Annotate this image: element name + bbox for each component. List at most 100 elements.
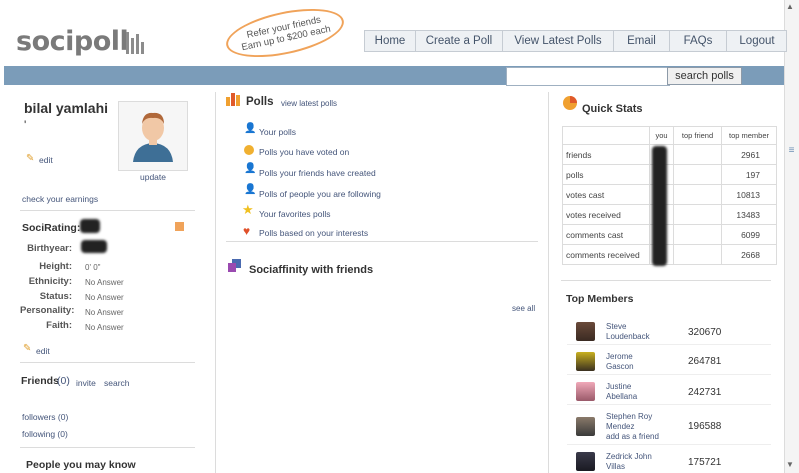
- member-score: 264781: [688, 356, 722, 367]
- height-label: Height:: [39, 261, 72, 272]
- table-row: votes received 13483: [562, 204, 777, 225]
- nav-view-latest-polls[interactable]: View Latest Polls: [503, 31, 614, 51]
- nav-email[interactable]: Email: [614, 31, 670, 51]
- people-you-may-know-title: People you may know: [26, 459, 136, 471]
- personality-value: No Answer: [85, 308, 124, 317]
- member-avatar[interactable]: [576, 322, 595, 341]
- stats-top-friend-cell: [673, 164, 722, 185]
- edit-profile-link[interactable]: edit: [39, 155, 53, 165]
- stats-header-you: you: [649, 126, 674, 145]
- divider: [567, 444, 771, 445]
- nav-logout[interactable]: Logout: [727, 31, 787, 51]
- avatar-person-icon: [133, 112, 173, 162]
- view-latest-polls-link[interactable]: view latest polls: [281, 99, 337, 108]
- ethnicity-label: Ethnicity:: [28, 276, 72, 287]
- stats-top-member-value: 6099: [721, 224, 777, 245]
- check-earnings-link[interactable]: check your earnings: [22, 194, 98, 204]
- table-row: comments received 2668: [562, 244, 777, 265]
- scroll-down-icon[interactable]: ▼: [786, 460, 794, 469]
- rating-badge-icon: [175, 222, 184, 231]
- search-friends-link[interactable]: search: [104, 378, 130, 388]
- divider: [567, 344, 771, 345]
- following-icon: 👤: [244, 184, 257, 195]
- site-logo[interactable]: socipoll: [16, 26, 129, 57]
- scroll-thumb[interactable]: ≡: [787, 145, 796, 161]
- stats-top-member-value: 197: [721, 164, 777, 185]
- see-all-link[interactable]: see all: [512, 304, 535, 313]
- vertical-scrollbar[interactable]: [784, 0, 799, 473]
- your-stats-redacted: [652, 146, 667, 266]
- invite-link[interactable]: invite: [76, 378, 96, 388]
- profile-name: bilal yamlahi: [24, 100, 109, 116]
- member-last-name: Gascon: [606, 362, 634, 371]
- stats-header-top-member: top member: [721, 126, 777, 145]
- nav-create-poll[interactable]: Create a Poll: [416, 31, 503, 51]
- stats-top-friend-cell: [673, 224, 722, 245]
- ethnicity-value: No Answer: [85, 278, 124, 287]
- sociaffinity-icon: [228, 259, 241, 272]
- stats-top-member-value: 13483: [721, 204, 777, 225]
- personality-label: Personality:: [20, 305, 75, 316]
- member-avatar[interactable]: [576, 382, 595, 401]
- your-polls-link[interactable]: Your polls: [259, 127, 296, 137]
- divider: [20, 362, 195, 363]
- member-avatar[interactable]: [576, 417, 595, 436]
- member-name-link[interactable]: Justine Abellana: [606, 382, 637, 402]
- friends-polls-link[interactable]: Polls your friends have created: [259, 168, 376, 178]
- interest-polls-link[interactable]: Polls based on your interests: [259, 228, 368, 238]
- stats-top-member-value: 2668: [721, 244, 777, 265]
- member-last-name: Loudenback: [606, 332, 650, 341]
- vote-icon: [244, 145, 254, 155]
- search-polls-button[interactable]: search polls: [667, 67, 742, 85]
- member-last-name: Mendez: [606, 422, 635, 431]
- following-link[interactable]: following (0): [22, 429, 68, 439]
- member-score: 320670: [688, 327, 722, 338]
- profile-tagline: ': [24, 118, 27, 132]
- top-members-title: Top Members: [566, 293, 634, 305]
- divider: [561, 280, 771, 281]
- stats-header-blank: [562, 126, 650, 145]
- friends-label: Friends: [21, 375, 59, 387]
- nav-faqs[interactable]: FAQs: [670, 31, 727, 51]
- divider: [567, 374, 771, 375]
- followers-link[interactable]: followers (0): [22, 412, 68, 422]
- column-divider-right: [548, 92, 549, 473]
- sociaffinity-title: Sociaffinity with friends: [249, 264, 374, 276]
- heart-icon: ♥: [243, 224, 251, 238]
- member-score: 196588: [688, 421, 722, 432]
- member-name-link[interactable]: Jerome Gascon: [606, 352, 634, 372]
- voted-polls-link[interactable]: Polls you have voted on: [259, 147, 349, 157]
- member-first-name: Jerome: [606, 352, 633, 361]
- member-name-link[interactable]: Steve Loudenback: [606, 322, 650, 342]
- member-avatar[interactable]: [576, 352, 595, 371]
- person-icon: 👤: [244, 123, 257, 134]
- quick-stats-table: you top friend top member friends 2961 p…: [562, 126, 777, 265]
- birthyear-label: Birthyear:: [27, 243, 72, 254]
- stats-row-label: comments received: [562, 244, 650, 265]
- table-row: votes cast 10813: [562, 184, 777, 205]
- member-score: 175721: [688, 457, 722, 468]
- faith-value: No Answer: [85, 323, 124, 332]
- edit-details-link[interactable]: edit: [36, 346, 50, 356]
- member-avatar[interactable]: [576, 452, 595, 471]
- following-polls-link[interactable]: Polls of people you are following: [259, 189, 381, 199]
- member-name-link[interactable]: Zedrick John Villas: [606, 452, 652, 472]
- logo-bars-icon: [126, 30, 144, 54]
- status-label: Status:: [39, 291, 72, 302]
- stats-row-label: comments cast: [562, 224, 650, 245]
- member-last-name: Abellana: [606, 392, 638, 401]
- member-name-link[interactable]: Stephen Roy Mendez: [606, 412, 652, 432]
- avatar[interactable]: [118, 101, 188, 171]
- member-last-name: Villas: [606, 462, 625, 471]
- refer-friends-badge[interactable]: Refer your friends Earn up to $200 each: [221, 0, 349, 67]
- scroll-up-icon[interactable]: ▲: [786, 2, 794, 11]
- favorite-polls-link[interactable]: Your favorites polls: [259, 209, 331, 219]
- table-row: polls 197: [562, 164, 777, 185]
- update-avatar-link[interactable]: update: [140, 172, 166, 182]
- main-nav: Home Create a Poll View Latest Polls Ema…: [364, 30, 787, 52]
- stats-top-friend-cell: [673, 144, 722, 165]
- star-icon: ★: [242, 202, 254, 217]
- add-as-friend-link[interactable]: add as a friend: [606, 432, 659, 442]
- search-input[interactable]: [506, 67, 670, 86]
- nav-home[interactable]: Home: [365, 31, 416, 51]
